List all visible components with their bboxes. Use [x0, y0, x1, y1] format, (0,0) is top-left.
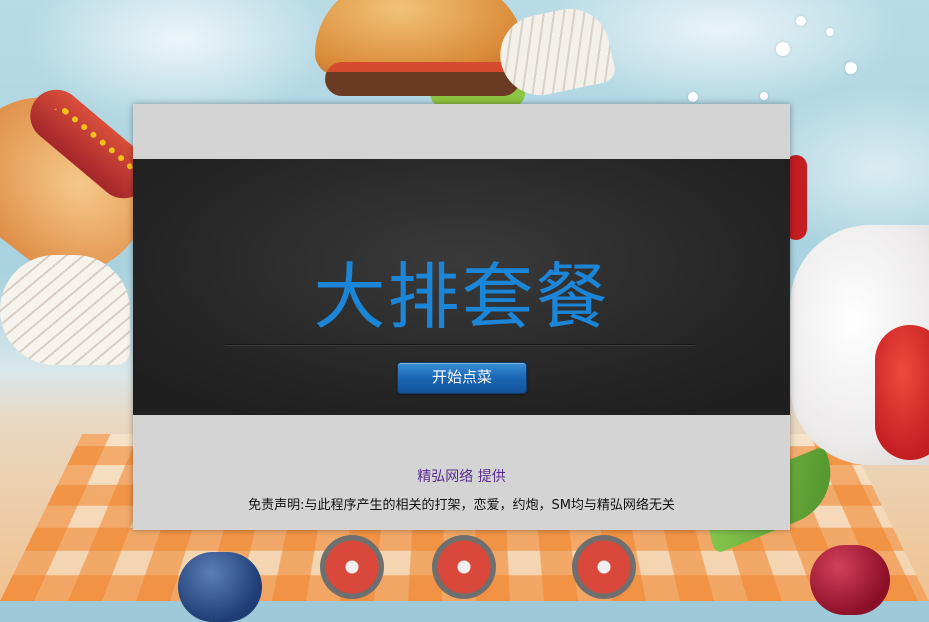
wheel-icon: [572, 535, 636, 599]
menu-panel: 大排套餐 开始点菜 精弘网络 提供 免责声明:与此程序产生的相关的打架，恋爱，约…: [133, 104, 790, 530]
burger-patty-icon: [325, 62, 520, 96]
start-ordering-button[interactable]: 开始点菜: [397, 362, 527, 394]
milk-drop-icon: [760, 92, 768, 100]
divider: [225, 344, 695, 345]
cherry-icon: [810, 545, 890, 615]
wheel-icon: [432, 535, 496, 599]
milk-drop-icon: [796, 16, 806, 26]
milk-drop-icon: [776, 42, 790, 56]
title-band: 大排套餐 开始点菜: [133, 159, 790, 415]
milk-drop-icon: [845, 62, 857, 74]
blueberry-icon: [178, 552, 262, 622]
provider-credit: 精弘网络 提供: [417, 469, 506, 485]
page-title: 大排套餐: [313, 255, 610, 339]
disclaimer-text: 免责声明:与此程序产生的相关的打架，恋爱，约炮，SM均与精弘网络无关: [248, 498, 675, 513]
strawberry-icon: [875, 325, 929, 460]
milk-drop-icon: [826, 28, 834, 36]
wheel-icon: [320, 535, 384, 599]
milk-drop-icon: [688, 92, 698, 102]
wing-icon: [0, 255, 130, 365]
